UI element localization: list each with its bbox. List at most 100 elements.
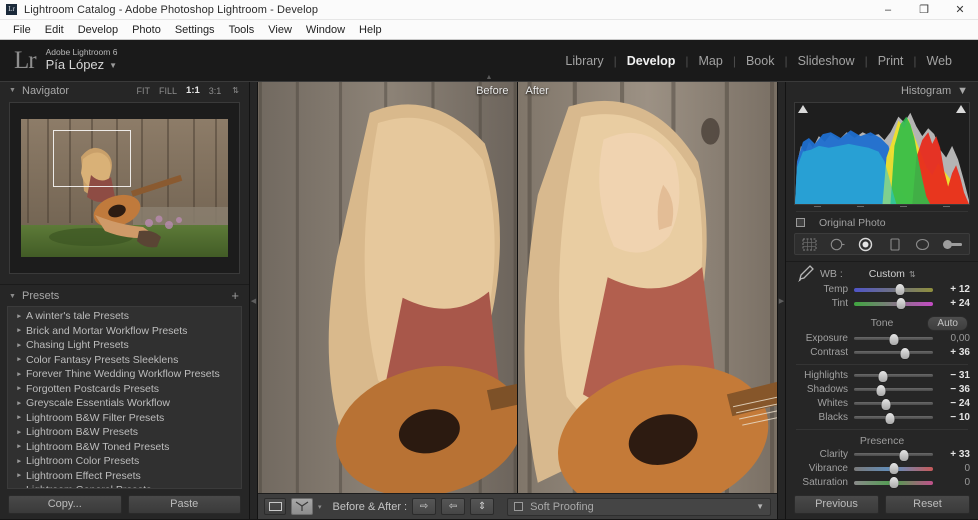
paste-button[interactable]: Paste (127, 494, 241, 514)
wb-value[interactable]: Custom (869, 268, 905, 280)
after-image-pane[interactable]: After (517, 82, 777, 493)
saturation-slider-row[interactable]: Saturation 0 (786, 476, 978, 490)
list-item[interactable]: ► Lightroom Effect Presets (8, 469, 241, 484)
list-item[interactable]: ► Forever Thine Wedding Workflow Presets (8, 367, 241, 382)
zoom-3-1[interactable]: 3:1 (209, 86, 222, 96)
previous-button[interactable]: Previous (794, 494, 879, 514)
list-item[interactable]: ► Chasing Light Presets (8, 338, 241, 353)
vibrance-value[interactable]: 0 (940, 463, 970, 474)
wb-stepper-icon[interactable]: ⇅ (909, 270, 916, 279)
menu-help[interactable]: Help (352, 22, 389, 38)
navigator-disclosure-triangle-icon[interactable]: ▼ (9, 87, 16, 94)
module-book[interactable]: Book (736, 54, 785, 68)
histogram-header[interactable]: Histogram ▼ (786, 82, 978, 100)
folder-triangle-icon[interactable]: ► (16, 472, 22, 479)
folder-triangle-icon[interactable]: ► (16, 458, 22, 465)
soft-proofing-checkbox[interactable] (514, 502, 524, 511)
histogram-disclosure-triangle-icon[interactable]: ▼ (957, 85, 968, 97)
list-item[interactable]: ► Greyscale Essentials Workflow (8, 396, 241, 411)
contrast-slider-track[interactable] (854, 347, 933, 359)
copy-after-to-before-icon[interactable]: ⇦ (441, 498, 466, 515)
minimize-icon[interactable]: – (870, 0, 906, 19)
saturation-slider-knob[interactable] (889, 477, 898, 489)
folder-triangle-icon[interactable]: ► (16, 429, 22, 436)
tint-slider-track[interactable] (854, 298, 933, 310)
folder-triangle-icon[interactable]: ► (16, 414, 22, 421)
spot-removal-tool-icon[interactable] (829, 237, 846, 252)
menu-settings[interactable]: Settings (168, 22, 222, 38)
whites-slider-row[interactable]: Whites − 24 (786, 397, 978, 411)
presets-header[interactable]: ▼ Presets + (0, 284, 249, 304)
histogram-graph[interactable] (794, 101, 970, 205)
toolbar-chevron-down-icon[interactable]: ▼ (756, 502, 764, 511)
whites-slider-track[interactable] (854, 398, 933, 410)
clarity-slider-row[interactable]: Clarity + 33 (786, 448, 978, 462)
before-after-view-icon[interactable] (291, 498, 313, 515)
radial-filter-tool-icon[interactable] (914, 237, 931, 252)
module-map[interactable]: Map (689, 54, 733, 68)
tint-slider-row[interactable]: Tint + 24 (786, 297, 978, 311)
presets-disclosure-triangle-icon[interactable]: ▼ (9, 293, 16, 300)
folder-triangle-icon[interactable]: ► (16, 400, 22, 407)
crop-overlay-tool-icon[interactable] (801, 237, 818, 252)
whites-value[interactable]: − 24 (940, 398, 970, 409)
identity-chevron-down-icon[interactable]: ▼ (109, 61, 117, 70)
add-preset-icon[interactable]: + (231, 289, 239, 302)
module-slideshow[interactable]: Slideshow (788, 54, 865, 68)
list-item[interactable]: ► Brick and Mortar Workflow Presets (8, 324, 241, 339)
menu-tools[interactable]: Tools (222, 22, 262, 38)
zoom-stepper-icon[interactable]: ⇅ (232, 86, 239, 95)
menu-window[interactable]: Window (299, 22, 352, 38)
shadows-slider-track[interactable] (854, 384, 933, 396)
saturation-value[interactable]: 0 (940, 477, 970, 488)
shadow-clipping-indicator-icon[interactable] (798, 104, 808, 113)
zoom-fit[interactable]: FIT (137, 86, 151, 96)
folder-triangle-icon[interactable]: ► (16, 327, 22, 334)
exposure-value[interactable]: 0,00 (940, 333, 970, 344)
vibrance-slider-knob[interactable] (889, 463, 898, 475)
clarity-slider-knob[interactable] (899, 449, 909, 461)
list-item[interactable]: ► Lightroom Color Presets (8, 454, 241, 469)
vibrance-slider-track[interactable] (854, 463, 933, 475)
before-image-pane[interactable]: Before (258, 82, 518, 493)
menu-photo[interactable]: Photo (125, 22, 168, 38)
navigator-preview[interactable] (9, 102, 240, 274)
image-canvas[interactable]: Before After (258, 82, 777, 493)
contrast-value[interactable]: + 36 (940, 347, 970, 358)
swap-before-after-icon[interactable]: ⇕ (470, 498, 495, 515)
temp-value[interactable]: + 12 (940, 284, 970, 295)
presets-list[interactable]: ► A winter's tale Presets ► Brick and Mort… (7, 306, 242, 489)
navigator-crop-rectangle[interactable] (53, 130, 131, 187)
folder-triangle-icon[interactable]: ► (16, 385, 22, 392)
menu-file[interactable]: File (6, 22, 38, 38)
soft-proofing-bar[interactable]: Soft Proofing ▼ (507, 497, 771, 516)
original-photo-checkbox[interactable] (796, 218, 805, 228)
exposure-slider-row[interactable]: Exposure 0,00 (786, 332, 978, 346)
folder-triangle-icon[interactable]: ► (16, 342, 22, 349)
vibrance-slider-row[interactable]: Vibrance 0 (786, 462, 978, 476)
list-item[interactable]: ► Color Fantasy Presets Sleeklens (8, 353, 241, 368)
module-library[interactable]: Library (555, 54, 613, 68)
temp-slider-track[interactable] (854, 284, 933, 296)
highlight-clipping-indicator-icon[interactable] (956, 104, 966, 113)
copy-before-to-after-icon[interactable]: ⇨ (412, 498, 437, 515)
highlights-slider-row[interactable]: Highlights − 31 (786, 369, 978, 383)
shadows-value[interactable]: − 36 (940, 384, 970, 395)
red-eye-correction-tool-icon[interactable] (857, 237, 874, 252)
shadows-slider-row[interactable]: Shadows − 36 (786, 383, 978, 397)
highlights-value[interactable]: − 31 (940, 370, 970, 381)
restore-icon[interactable]: ❐ (906, 0, 942, 19)
right-panel-collapse-handle[interactable]: ▶ (777, 82, 785, 519)
temp-slider-row[interactable]: Temp + 12 (786, 283, 978, 297)
folder-triangle-icon[interactable]: ► (16, 356, 22, 363)
tint-slider-knob[interactable] (896, 298, 906, 310)
list-item[interactable]: ► Forgotten Postcards Presets (8, 382, 241, 397)
whites-slider-knob[interactable] (881, 398, 891, 410)
auto-tone-button[interactable]: Auto (927, 315, 968, 331)
menu-edit[interactable]: Edit (38, 22, 71, 38)
list-item[interactable]: ► A winter's tale Presets (8, 309, 241, 324)
folder-triangle-icon[interactable]: ► (16, 443, 22, 450)
adjustment-brush-tool-icon[interactable] (942, 237, 963, 252)
blacks-slider-knob[interactable] (885, 412, 895, 424)
view-mode-chevron-down-icon[interactable]: ▾ (318, 503, 322, 511)
